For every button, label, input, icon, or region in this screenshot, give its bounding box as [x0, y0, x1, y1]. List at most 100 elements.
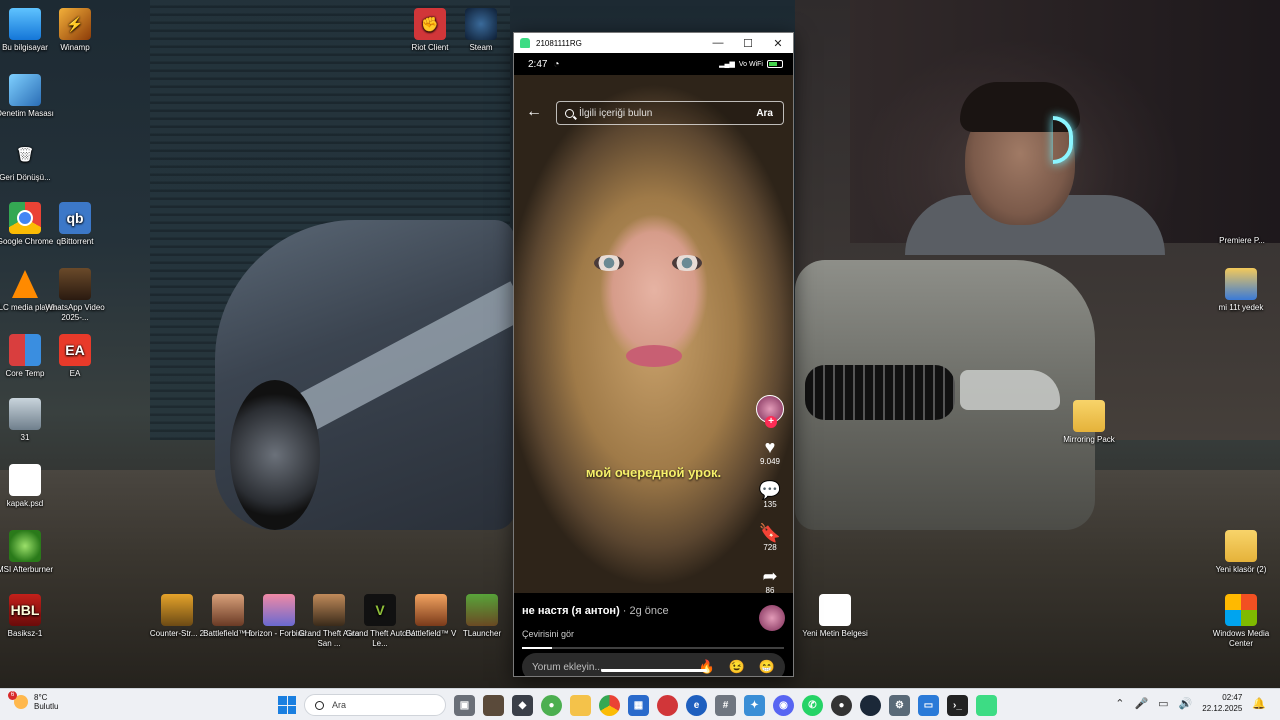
share-count: 86 — [765, 586, 775, 595]
weather-icon: 6 — [8, 691, 28, 709]
video-player[interactable]: ← İlgili içeriği bulun Ara мой очередной… — [514, 75, 793, 595]
phone-mirror-window[interactable]: 21081111RG — ☐ ✕ 2:47 ◔ ▂▄▆ Vo WiFi ← İl… — [513, 32, 794, 677]
desktop-icon-steam[interactable]: Steam — [444, 8, 518, 53]
phone-statusbar: 2:47 ◔ ▂▄▆ Vo WiFi — [514, 53, 793, 75]
like-action[interactable]: ♥ 9.049 — [753, 437, 787, 466]
desktop-icon-whatsapp-video[interactable]: WhatsApp Video 2025-... — [38, 268, 112, 323]
maximize-button[interactable]: ☐ — [733, 37, 763, 50]
network-label: Vo WiFi — [738, 60, 763, 68]
grin-emoji-button[interactable]: 😁 — [757, 659, 777, 675]
save-action[interactable]: 🔖 728 — [753, 523, 787, 552]
search-input[interactable]: İlgili içeriği bulun — [579, 108, 756, 119]
desktop-icon-msi-afterburner[interactable]: MSI Afterburner — [0, 530, 62, 575]
taskbar-search-placeholder: Ara — [332, 700, 347, 710]
window-titlebar[interactable]: 21081111RG — ☐ ✕ — [514, 33, 793, 53]
microphone-icon[interactable]: 🎤 — [1134, 697, 1148, 710]
steam-taskbar-icon[interactable] — [860, 694, 881, 716]
desktop-icon-basliksiz[interactable]: HBL Basiksz-1 — [0, 594, 62, 639]
cs2-icon — [161, 594, 193, 626]
share-action[interactable]: ➦ 86 — [753, 566, 787, 595]
weather-widget[interactable]: 6 8°C Bulutlu — [8, 691, 58, 711]
desktop-icon-winamp[interactable]: ⚡ Winamp — [38, 8, 112, 53]
battlefield-v-icon — [415, 594, 447, 626]
desktop-icon-control-panel[interactable]: Denetim Masası — [0, 74, 62, 119]
desktop-icon-ea[interactable]: EA EA — [38, 334, 112, 379]
taskbar-apps: Ara ▣ ◆ ● ▦ e # ✦ ◉ ✆ ● ⚙ ▭ ›_ — [278, 693, 997, 717]
wink-emoji-button[interactable]: 😉 — [727, 659, 747, 675]
folder-icon — [1225, 530, 1257, 562]
volume-icon[interactable]: 🔊 — [1179, 697, 1193, 710]
discord-icon[interactable]: ◉ — [773, 694, 794, 716]
translate-link[interactable]: Çevirisini gör — [522, 629, 669, 639]
desktop-icon-recycle-bin[interactable]: 🗑 Geri Dönüşü... — [0, 138, 62, 183]
car-stripe — [280, 281, 530, 439]
remote-desktop-icon[interactable]: ▭ — [918, 694, 939, 716]
desktop-icon-31[interactable]: 31 — [0, 398, 62, 443]
comment-icon[interactable]: 💬 — [753, 480, 787, 500]
android-mirror-icon[interactable] — [976, 694, 997, 716]
video-subject-eye — [594, 255, 624, 271]
phone-screen[interactable]: 2:47 ◔ ▂▄▆ Vo WiFi ← İlgili içeriği bulu… — [514, 53, 793, 676]
notification-icon: ◔ — [553, 58, 560, 70]
game-app-icon[interactable] — [483, 694, 504, 716]
psd-file-icon — [9, 464, 41, 496]
sound-avatar[interactable] — [759, 605, 785, 631]
desktop-icon-windows-media-center[interactable]: Windows Media Center — [1204, 594, 1278, 649]
heart-icon[interactable]: ♥ — [753, 437, 787, 457]
riot-taskbar-icon[interactable] — [657, 694, 678, 716]
window-title: 21081111RG — [536, 38, 582, 48]
battery-icon — [767, 60, 783, 68]
chevron-up-icon[interactable]: ⌃ — [1115, 697, 1124, 710]
calculator-icon[interactable]: # — [715, 694, 736, 716]
settings-app-icon[interactable]: ✦ — [744, 694, 765, 716]
battlefield-1-icon — [212, 594, 244, 626]
share-icon[interactable]: ➦ — [753, 566, 787, 586]
core-temp-icon — [9, 334, 41, 366]
taskbar-search[interactable]: Ara — [304, 694, 446, 716]
creator-username[interactable]: не настя (я антон) — [522, 605, 620, 617]
search-bar[interactable]: İlgili içeriği bulun Ara — [556, 101, 784, 125]
desktop-icon-tlauncher[interactable]: TLauncher — [445, 594, 519, 639]
3d-app-icon[interactable]: ◆ — [512, 694, 533, 716]
task-view-icon[interactable]: ▣ — [454, 694, 475, 716]
desktop-icon-kapak-psd[interactable]: kapak.psd — [0, 464, 62, 509]
desktop-icon-mirroring-pack[interactable]: Mirroring Pack — [1052, 400, 1126, 445]
post-age: · 2g önce — [622, 605, 669, 617]
edge-icon[interactable]: e — [686, 694, 707, 716]
comment-bar[interactable]: Yorum ekleyin... 🔥 😉 😁 — [522, 653, 785, 676]
video-info: не настя (я антон) · 2g önce Çevirisini … — [522, 605, 669, 639]
bookmark-icon[interactable]: 🔖 — [753, 523, 787, 543]
store-icon[interactable]: ▦ — [628, 694, 649, 716]
display-icon[interactable]: ▭ — [1158, 697, 1168, 710]
gear-icon[interactable]: ⚙ — [889, 694, 910, 716]
whatsapp-icon[interactable]: ✆ — [802, 694, 823, 716]
file-explorer-icon[interactable] — [570, 694, 591, 716]
notifications-icon[interactable]: 🔔 — [1252, 697, 1266, 710]
desktop-icon-premiere[interactable]: Premiere P... — [1205, 236, 1279, 246]
xbox-icon[interactable]: ● — [541, 694, 562, 716]
chrome-taskbar-icon[interactable] — [599, 694, 620, 716]
creator-avatar[interactable]: + — [756, 395, 784, 428]
clock[interactable]: 02:47 22.12.2025 — [1202, 692, 1242, 714]
video-subject-eye — [672, 255, 702, 271]
search-button[interactable]: Ara — [756, 108, 783, 119]
start-button[interactable] — [278, 696, 296, 714]
desktop-icon-yeni-klasor-2[interactable]: Yeni klasör (2) — [1204, 530, 1278, 575]
search-icon — [565, 108, 574, 118]
minimize-button[interactable]: — — [703, 37, 733, 49]
desktop-icon-yeni-metin-belgesi[interactable]: Yeni Metin Belgesi — [798, 594, 872, 639]
back-arrow-icon[interactable]: ← — [526, 103, 542, 121]
obs-icon[interactable]: ● — [831, 694, 852, 716]
home-indicator[interactable] — [601, 669, 707, 672]
close-button[interactable]: ✕ — [763, 37, 793, 50]
video-progress-track[interactable] — [522, 647, 784, 649]
desktop-icon-qbittorrent[interactable]: qb qBittorrent — [38, 202, 112, 247]
qbittorrent-icon: qb — [59, 202, 91, 234]
control-panel-icon — [9, 74, 41, 106]
comment-action[interactable]: 💬 135 — [753, 480, 787, 509]
terminal-icon[interactable]: ›_ — [947, 694, 968, 716]
fire-emoji-button[interactable]: 🔥 — [697, 659, 717, 675]
follow-plus-icon[interactable]: + — [765, 416, 777, 428]
winamp-icon: ⚡ — [59, 8, 91, 40]
desktop-icon-mi-11t-yedek[interactable]: mi 11t yedek — [1204, 268, 1278, 313]
